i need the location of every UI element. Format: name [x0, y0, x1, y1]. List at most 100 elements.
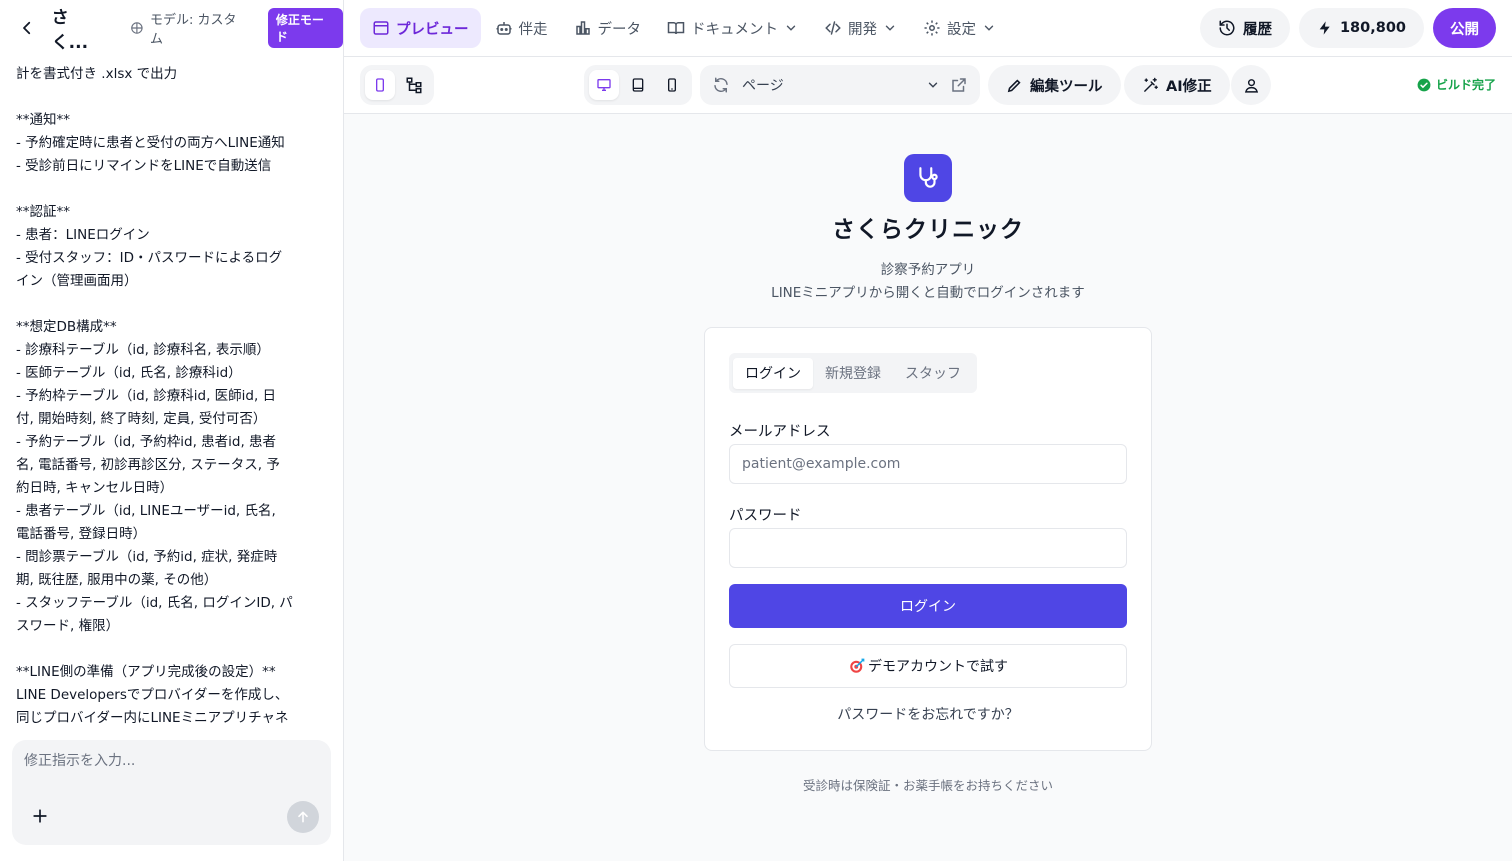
external-link-icon[interactable] — [950, 76, 968, 94]
user-icon — [1244, 78, 1258, 93]
check-circle-icon — [1417, 78, 1431, 91]
back-button[interactable] — [16, 17, 38, 39]
sidebar-header: さく... モデル: カスタム 修正モード — [0, 0, 343, 56]
history-icon — [1219, 20, 1235, 36]
chat-line — [16, 86, 298, 109]
chevron-down-icon — [885, 25, 895, 31]
device-desktop-button[interactable] — [589, 70, 619, 100]
tab-settings[interactable]: 設定 — [911, 8, 1008, 48]
chat-line: - 受付スタッフ：ID・パスワードによるログ — [16, 250, 283, 266]
chat-line: LINE Developersでプロバイダーを作成し、 — [16, 687, 289, 703]
chat-line: - スタッフテーブル（id, 氏名, ログインID, パ — [16, 595, 293, 611]
forgot-password-link[interactable]: パスワードをお忘れですか？ — [705, 704, 1151, 724]
login-card: ログイン 新規登録 スタッフ メールアドレス パスワード ログイン デモアカウン… — [704, 327, 1152, 751]
password-label: パスワード — [729, 508, 802, 524]
robot-icon — [496, 22, 511, 35]
edit-tools-button[interactable]: 編集ツール — [988, 65, 1121, 105]
instruction-input[interactable] — [24, 750, 319, 798]
email-field[interactable] — [729, 444, 1127, 484]
sitemap-icon — [406, 77, 422, 94]
history-button[interactable]: 履歴 — [1199, 8, 1290, 48]
chat-line: 同じプロバイダー内にLINEミニアプリチャネ — [16, 710, 289, 726]
auth-tabs: ログイン 新規登録 スタッフ — [729, 353, 977, 393]
view-sitemap-button[interactable] — [399, 70, 429, 100]
chat-line: 名, 電話番号, 初診再診区分, ステータス, 予 — [16, 457, 280, 473]
arrow-up-icon — [298, 811, 308, 823]
view-mobile-button[interactable] — [365, 70, 395, 100]
ai-fix-button[interactable]: AI修正 — [1124, 65, 1230, 105]
send-button[interactable] — [287, 801, 319, 833]
chat-line: **通知** — [16, 112, 70, 128]
project-title: さく... — [51, 8, 89, 53]
chat-line: 期, 既往歴, 服用中の薬, その他） — [16, 572, 218, 588]
chat-line: - 診療科テーブル（id, 診療科名, 表示順） — [16, 342, 270, 358]
stethoscope-icon — [919, 167, 938, 188]
chat-line: **想定DB構成** — [16, 319, 117, 335]
chat-line: スワード, 権限） — [16, 618, 120, 634]
build-status-label: ビルド完了 — [1435, 78, 1496, 92]
tab-login[interactable]: ログイン — [733, 357, 813, 389]
chevron-down-icon — [984, 25, 994, 31]
chat-line: イン（管理画面用） — [16, 273, 138, 289]
tab-register[interactable]: 新規登録 — [813, 358, 893, 389]
app-preview: さくらクリニック 診察予約アプリ LINEミニアプリから開くと自動でログインされ… — [344, 114, 1512, 861]
subtitle-line-2: LINEミニアプリから開くと自動でログインされます — [771, 285, 1085, 301]
chevron-down-icon — [928, 82, 938, 88]
tab-companion[interactable]: 伴走 — [483, 8, 560, 48]
desktop-icon — [597, 79, 611, 91]
chat-line: 電話番号, 登録日時） — [16, 526, 147, 542]
book-icon — [667, 22, 685, 35]
login-button[interactable]: ログイン — [729, 584, 1127, 628]
chat-line: **認証** — [16, 204, 70, 220]
view-mode-toggle — [360, 65, 434, 105]
chat-line: 付, 開始時刻, 終了時刻, 定員, 受付可否） — [16, 411, 267, 427]
page-selector[interactable]: ページ — [700, 65, 980, 105]
tab-development[interactable]: 開発 — [812, 8, 909, 48]
attach-button[interactable] — [30, 806, 50, 826]
chat-line: **LINE側の準備（アプリ完成後の設定）** — [16, 664, 276, 680]
device-tablet-button[interactable] — [623, 70, 653, 100]
subtitle-line-1: 診察予約アプリ — [880, 262, 976, 278]
history-label: 履歴 — [1242, 21, 1272, 38]
chat-line: - 受診前日にリマインドをLINEで自動送信 — [16, 158, 272, 174]
user-preview-button[interactable] — [1231, 65, 1271, 105]
phone-icon — [668, 78, 676, 92]
demo-account-button[interactable]: デモアカウントで試す — [729, 644, 1127, 688]
tab-companion-label: 伴走 — [518, 21, 548, 38]
password-field[interactable] — [729, 528, 1127, 568]
app-root: さく... モデル: カスタム 修正モード 計を書式付き .xlsx で出力 **… — [0, 0, 1512, 861]
chat-line: - 問診票テーブル（id, 予約id, 症状, 発症時 — [16, 549, 278, 565]
window-icon — [373, 21, 389, 35]
page-selector-label: ページ — [742, 78, 784, 94]
device-phone-button[interactable] — [657, 70, 687, 100]
credits-button[interactable]: 180,800 — [1298, 8, 1424, 48]
top-navigation: プレビュー 伴走 データ ドキュメント 開発 設定 履歴 180,800 公開 — [344, 0, 1512, 57]
chat-line — [16, 638, 298, 661]
publish-button[interactable]: 公開 — [1433, 8, 1496, 48]
pencil-icon — [1007, 78, 1021, 92]
footer-note: 受診時は保険証・お薬手帳をお持ちください — [802, 778, 1053, 793]
chat-line — [16, 293, 298, 316]
chat-message: 計を書式付き .xlsx で出力 **通知** - 予約確定時に患者と受付の両方へL… — [0, 57, 343, 727]
tab-preview-label: プレビュー — [396, 21, 469, 38]
chat-line: - 予約確定時に患者と受付の両方へLINE通知 — [16, 135, 285, 151]
model-selector[interactable]: モデル: カスタム — [130, 9, 248, 47]
email-label: メールアドレス — [729, 424, 831, 440]
tab-staff[interactable]: スタッフ — [893, 358, 973, 389]
message-composer — [12, 740, 331, 845]
magic-wand-icon — [1144, 77, 1158, 92]
preview-toolbar: ページ 編集ツール AI修正 ビルド完了 — [344, 57, 1512, 114]
nav-actions: 履歴 180,800 公開 — [1199, 8, 1496, 48]
gear-icon — [924, 20, 940, 36]
tab-preview[interactable]: プレビュー — [360, 8, 481, 48]
device-size-toggle — [584, 65, 692, 105]
code-icon — [825, 21, 841, 35]
bar-chart-icon — [575, 21, 590, 35]
edit-tools-label: 編集ツール — [1030, 78, 1103, 95]
chat-line: - 患者テーブル（id, LINEユーザーid, 氏名, — [16, 503, 276, 519]
target-icon — [850, 658, 865, 673]
tab-documents[interactable]: ドキュメント — [655, 8, 810, 48]
chat-line: - 患者：LINEログイン — [16, 227, 150, 243]
tab-data[interactable]: データ — [562, 8, 654, 48]
publish-label: 公開 — [1450, 21, 1479, 38]
